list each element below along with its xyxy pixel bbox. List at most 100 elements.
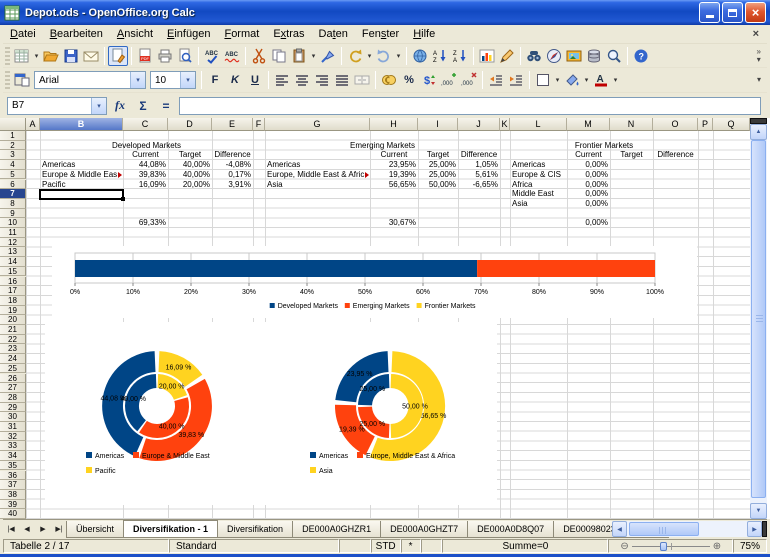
selection-mode-indicator[interactable]: STD xyxy=(371,539,401,553)
row-header-23[interactable]: 23 xyxy=(0,344,26,354)
last-sheet-button[interactable]: ▶| xyxy=(51,521,67,537)
zoom-slider[interactable]: ⊖ ⊕ xyxy=(620,541,721,552)
sum-button[interactable]: Σ xyxy=(133,96,153,116)
row-header-13[interactable]: 13 xyxy=(0,247,26,257)
allocation-bar-chart-object[interactable]: 0%10%20%30%40%50%60%70%80%90%100%Develop… xyxy=(52,246,697,318)
background-color-button[interactable] xyxy=(562,70,582,90)
column-header-H[interactable]: H xyxy=(370,118,418,131)
row-header-8[interactable]: 8 xyxy=(0,199,26,209)
undo-dropdown[interactable]: ▾ xyxy=(365,46,374,66)
italic-button[interactable]: K xyxy=(225,70,245,90)
cell-M5[interactable]: 0,00% xyxy=(567,170,610,180)
paste-button[interactable] xyxy=(289,46,309,66)
cell-B4[interactable]: Americas xyxy=(40,160,123,170)
cell-O3[interactable]: Difference xyxy=(653,150,698,160)
row-header-34[interactable]: 34 xyxy=(0,451,26,461)
cell-I5[interactable]: 25,00% xyxy=(418,170,458,180)
column-header-F[interactable]: F xyxy=(253,118,265,131)
column-header-C[interactable]: C xyxy=(123,118,168,131)
zoom-button[interactable] xyxy=(604,46,624,66)
formula-input[interactable] xyxy=(179,97,761,115)
background-color-dropdown[interactable]: ▾ xyxy=(582,70,591,90)
minimize-button[interactable] xyxy=(699,2,720,23)
font-size-combo[interactable]: 10 ▾ xyxy=(150,71,196,89)
new-document-dropdown[interactable]: ▾ xyxy=(32,46,41,66)
edit-mode-button[interactable] xyxy=(108,46,128,66)
decrease-indent-button[interactable] xyxy=(486,70,506,90)
row-header-7[interactable]: 7 xyxy=(0,189,26,199)
cell-H5[interactable]: 19,39% xyxy=(370,170,418,180)
row-header-33[interactable]: 33 xyxy=(0,441,26,451)
menu-datei[interactable]: Datei xyxy=(3,26,43,42)
redo-dropdown[interactable]: ▾ xyxy=(394,46,403,66)
vertical-scroll-thumb[interactable] xyxy=(751,140,766,498)
cell-E3[interactable]: Difference xyxy=(212,150,253,160)
menu-fenster[interactable]: Fenster xyxy=(355,26,406,42)
previous-sheet-button[interactable]: ◀ xyxy=(19,521,35,537)
cell-B5[interactable]: Europe & Middle Eas xyxy=(40,170,123,180)
close-document-button[interactable]: × xyxy=(745,28,767,40)
cell-M6[interactable]: 0,00% xyxy=(567,180,610,190)
cell-E5[interactable]: 0,17% xyxy=(212,170,253,180)
zoom-slider-thumb[interactable] xyxy=(660,542,667,551)
cell-J5[interactable]: 5,61% xyxy=(458,170,500,180)
row-header-9[interactable]: 9 xyxy=(0,209,26,219)
borders-button[interactable] xyxy=(533,70,553,90)
column-header-B[interactable]: B xyxy=(40,118,123,131)
row-header-1[interactable]: 1 xyxy=(0,131,26,141)
column-header-A[interactable]: A xyxy=(26,118,40,131)
close-window-button[interactable]: × xyxy=(745,2,766,23)
autospellcheck-button[interactable]: ABC xyxy=(222,46,242,66)
print-button[interactable] xyxy=(155,46,175,66)
cell-C6[interactable]: 16,09% xyxy=(123,180,168,190)
hyperlink-button[interactable] xyxy=(410,46,430,66)
column-header-K[interactable]: K xyxy=(500,118,510,131)
align-justify-button[interactable] xyxy=(332,70,352,90)
toolbar-grip[interactable] xyxy=(5,47,10,65)
row-header-29[interactable]: 29 xyxy=(0,403,26,413)
row-header-21[interactable]: 21 xyxy=(0,325,26,335)
scroll-right-button[interactable]: ▶ xyxy=(747,521,762,537)
row-header-17[interactable]: 17 xyxy=(0,286,26,296)
email-button[interactable] xyxy=(81,46,101,66)
sort-ascending-button[interactable]: AZ xyxy=(430,46,450,66)
row-header-3[interactable]: 3 xyxy=(0,150,26,160)
navigator-button[interactable] xyxy=(544,46,564,66)
row-header-22[interactable]: 22 xyxy=(0,335,26,345)
cell-L7[interactable]: Middle East xyxy=(510,189,567,199)
sort-descending-button[interactable]: ZA xyxy=(450,46,470,66)
row-header-32[interactable]: 32 xyxy=(0,432,26,442)
cell-H10[interactable]: 30,67% xyxy=(370,218,418,228)
cell-D6[interactable]: 20,00% xyxy=(168,180,212,190)
row-header-40[interactable]: 40 xyxy=(0,509,26,519)
row-header-36[interactable]: 36 xyxy=(0,471,26,481)
font-color-button[interactable]: A xyxy=(591,70,611,90)
bar-segment-developed-markets[interactable] xyxy=(75,260,477,277)
cut-button[interactable] xyxy=(249,46,269,66)
align-right-button[interactable] xyxy=(312,70,332,90)
cell-L6[interactable]: Africa xyxy=(510,180,567,190)
maximize-button[interactable] xyxy=(722,2,743,23)
cell-reference-dropdown[interactable]: ▾ xyxy=(91,98,106,114)
menu-format[interactable]: Format xyxy=(217,26,266,42)
data-sources-button[interactable] xyxy=(584,46,604,66)
row-header-4[interactable]: 4 xyxy=(0,160,26,170)
row-header-12[interactable]: 12 xyxy=(0,238,26,248)
cell-C5[interactable]: 39,83% xyxy=(123,170,168,180)
cell-I6[interactable]: 50,00% xyxy=(418,180,458,190)
row-header-37[interactable]: 37 xyxy=(0,480,26,490)
cell-L5[interactable]: Europe & CIS xyxy=(510,170,567,180)
paste-dropdown[interactable]: ▾ xyxy=(309,46,318,66)
row-header-14[interactable]: 14 xyxy=(0,257,26,267)
row-header-5[interactable]: 5 xyxy=(0,170,26,180)
cell-M10[interactable]: 0,00% xyxy=(567,218,610,228)
horizontal-scroll-thumb[interactable] xyxy=(629,522,699,536)
cell-B2[interactable]: Developed Markets xyxy=(40,141,253,151)
cell-C3[interactable]: Current xyxy=(123,150,168,160)
format-paintbrush-button[interactable] xyxy=(318,46,338,66)
merge-cells-button[interactable] xyxy=(352,70,372,90)
undo-button[interactable] xyxy=(345,46,365,66)
cell-J4[interactable]: 1,05% xyxy=(458,160,500,170)
column-header-P[interactable]: P xyxy=(698,118,713,131)
row-header-31[interactable]: 31 xyxy=(0,422,26,432)
